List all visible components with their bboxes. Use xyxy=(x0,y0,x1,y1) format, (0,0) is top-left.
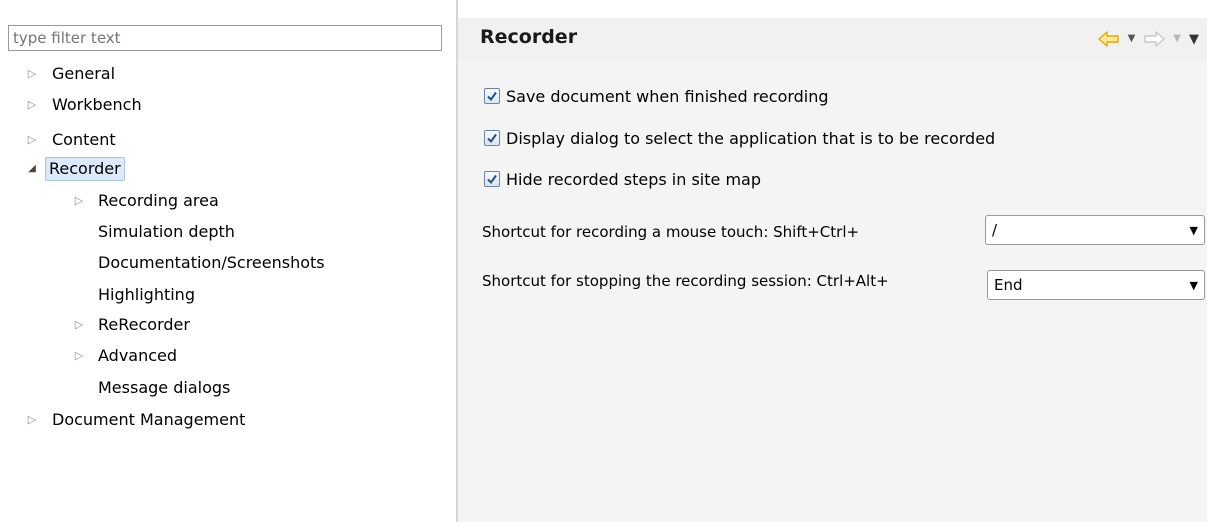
option-display-dialog[interactable]: Display dialog to select the application… xyxy=(484,126,995,150)
tree-item-recording-area[interactable]: ▷ Recording area xyxy=(0,189,400,213)
forward-history-dropdown-icon[interactable]: ▼ xyxy=(1173,30,1181,48)
expand-arrow-icon[interactable]: ▷ xyxy=(25,93,39,117)
tree-item-label: ReRecorder xyxy=(98,315,190,334)
expand-arrow-icon[interactable]: ▷ xyxy=(25,408,39,432)
tree-item-label: Document Management xyxy=(52,410,246,429)
tree-item-label: Documentation/Screenshots xyxy=(98,253,325,272)
page-title: Recorder xyxy=(480,26,578,48)
collapse-arrow-icon[interactable]: ◢ xyxy=(25,157,39,181)
back-arrow-icon[interactable] xyxy=(1097,30,1120,48)
tree-item-simulation-depth[interactable]: Simulation depth xyxy=(0,220,400,244)
tree-item-workbench[interactable]: ▷ Workbench xyxy=(0,93,300,117)
tree-item-general[interactable]: ▷ General xyxy=(0,62,300,86)
checkbox[interactable] xyxy=(484,88,500,104)
tree-item-message-dialogs[interactable]: Message dialogs xyxy=(0,376,400,400)
option-label: Hide recorded steps in site map xyxy=(506,169,761,189)
filter-input[interactable] xyxy=(8,25,442,51)
tree-item-document-management[interactable]: ▷ Document Management xyxy=(0,408,400,432)
option-hide-recorded-steps[interactable]: Hide recorded steps in site map xyxy=(484,167,761,191)
page-content: Save document when finished recording Di… xyxy=(458,60,1207,522)
checkmark-icon xyxy=(487,174,497,185)
mouse-touch-shortcut-select[interactable]: / ▼ xyxy=(985,215,1205,245)
history-navigation: ▼ ▼ ▼ xyxy=(1097,28,1199,50)
checkmark-icon xyxy=(487,133,497,144)
chevron-down-icon: ▼ xyxy=(1189,224,1198,237)
option-save-document[interactable]: Save document when finished recording xyxy=(484,84,829,108)
checkbox[interactable] xyxy=(484,171,500,187)
selected-value: End xyxy=(994,276,1023,294)
expand-arrow-icon[interactable]: ▷ xyxy=(72,313,86,337)
expand-arrow-icon[interactable]: ▷ xyxy=(25,128,39,152)
selected-value: / xyxy=(992,221,998,239)
tree-item-label: Advanced xyxy=(98,346,178,365)
tree-item-label: Content xyxy=(52,130,116,149)
tree-item-rerecorder[interactable]: ▷ ReRecorder xyxy=(0,313,400,337)
tree-item-label: Recording area xyxy=(98,191,219,210)
expand-arrow-icon[interactable]: ▷ xyxy=(72,189,86,213)
tree-item-content[interactable]: ▷ Content xyxy=(0,128,300,152)
tree-item-label: Highlighting xyxy=(98,285,195,304)
tree-item-label: Workbench xyxy=(52,95,142,114)
expand-arrow-icon[interactable]: ▷ xyxy=(25,62,39,86)
stop-recording-shortcut-label: Shortcut for stopping the recording sess… xyxy=(482,272,889,290)
checkmark-icon xyxy=(487,91,497,102)
tree-item-documentation-screenshots[interactable]: Documentation/Screenshots xyxy=(0,251,400,275)
stop-recording-shortcut-select[interactable]: End ▼ xyxy=(987,270,1205,300)
view-menu-chevron-down-icon[interactable]: ▼ xyxy=(1189,32,1199,47)
forward-arrow-icon[interactable] xyxy=(1143,30,1165,48)
tree-item-highlighting[interactable]: Highlighting xyxy=(0,283,400,307)
mouse-touch-shortcut-label: Shortcut for recording a mouse touch: Sh… xyxy=(482,223,860,241)
tree-item-recorder[interactable]: ◢ Recorder xyxy=(0,157,300,181)
chevron-down-icon: ▼ xyxy=(1189,279,1198,292)
page-header: Recorder ▼ ▼ ▼ xyxy=(458,18,1207,60)
tree-item-label-selected: Recorder xyxy=(45,157,125,181)
option-label: Display dialog to select the application… xyxy=(506,128,996,148)
tree-item-label: General xyxy=(52,64,116,83)
back-history-dropdown-icon[interactable]: ▼ xyxy=(1128,30,1136,48)
preferences-tree-pane: ▷ General ▷ Workbench ▷ Content ◢ Record… xyxy=(0,0,456,522)
checkbox[interactable] xyxy=(484,130,500,146)
preference-page: Recorder ▼ ▼ ▼ Save document when finish… xyxy=(458,0,1207,522)
tree-item-label: Message dialogs xyxy=(98,378,231,397)
option-label: Save document when finished recording xyxy=(506,86,829,106)
tree-item-advanced[interactable]: ▷ Advanced xyxy=(0,344,400,368)
expand-arrow-icon[interactable]: ▷ xyxy=(72,344,86,368)
tree-item-label: Simulation depth xyxy=(98,222,235,241)
